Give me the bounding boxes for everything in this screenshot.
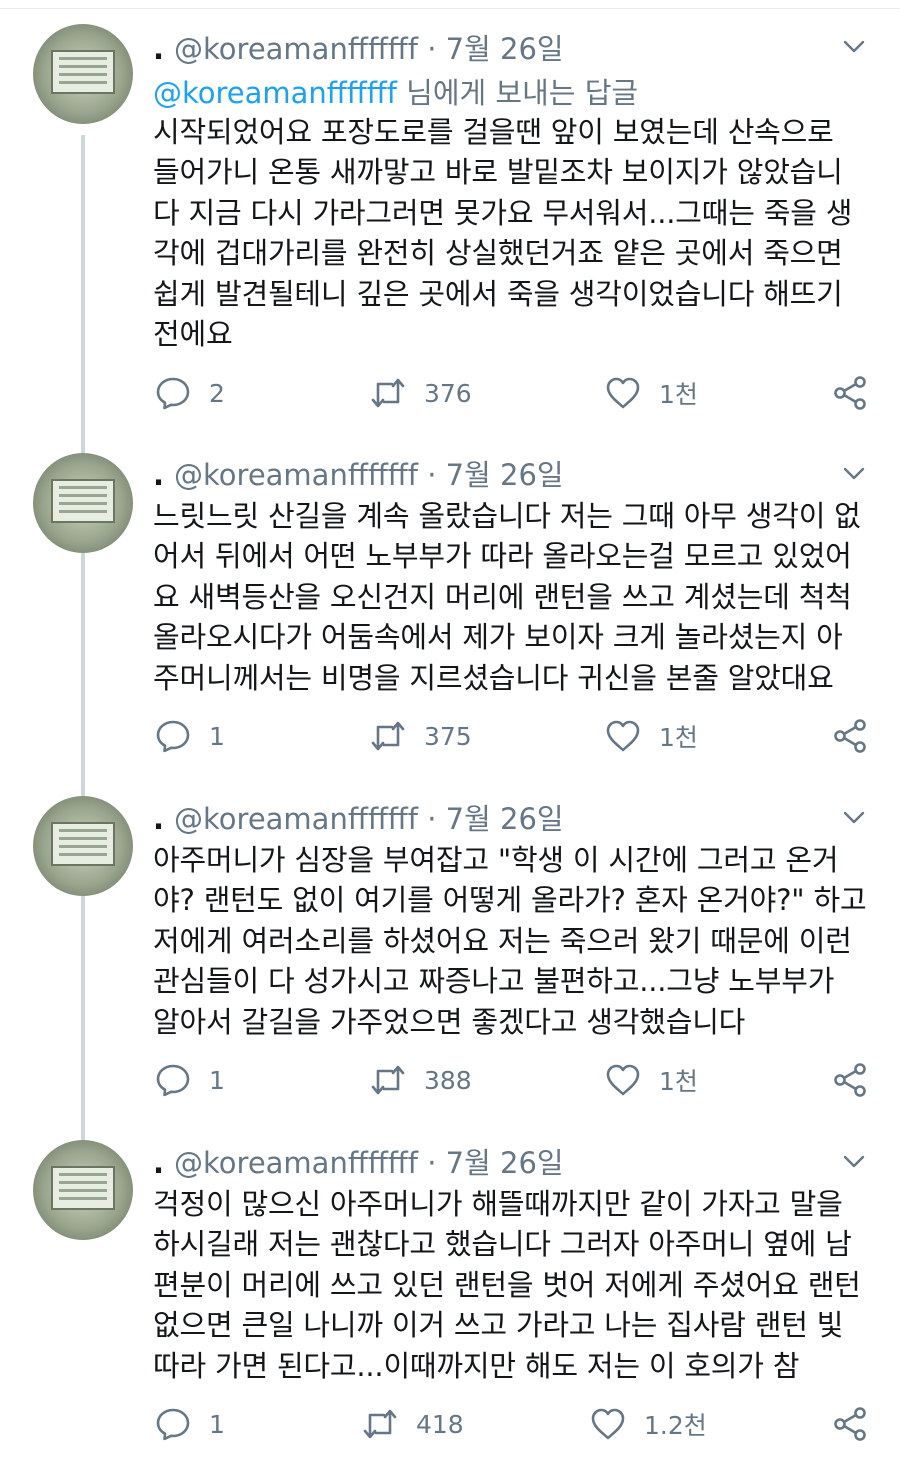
reply-to-line: @koreamanfffffff 님에게 보내는 답글	[153, 70, 638, 112]
separator: ·	[427, 1146, 437, 1180]
display-name-dot: .	[153, 458, 165, 492]
chevron-down-icon[interactable]	[842, 1149, 866, 1173]
tweet-header: . @koreamanfffffff · 7월 26일	[153, 796, 564, 836]
share-icon[interactable]	[832, 1406, 868, 1442]
date[interactable]: 7월 26일	[446, 32, 564, 66]
separator: ·	[427, 458, 437, 492]
thread-line	[81, 135, 85, 440]
tweet-text: 시작되었어요 포장도로를 걸을땐 앞이 보였는데 산속으로 들어가니 온통 새까…	[153, 115, 853, 352]
reply-button[interactable]: 1	[155, 1404, 225, 1444]
reply-button[interactable]: 2	[155, 373, 225, 413]
chevron-down-icon[interactable]	[842, 805, 866, 829]
reply-count: 1	[209, 1409, 225, 1439]
heart-icon	[606, 377, 640, 409]
retweet-icon	[371, 1065, 405, 1095]
reply-icon	[156, 1408, 190, 1441]
like-button[interactable]: 1.2천	[590, 1404, 707, 1444]
reply-button[interactable]: 1	[155, 716, 225, 756]
heart-icon	[591, 1408, 625, 1440]
retweet-icon	[371, 721, 405, 751]
retweet-button[interactable]: 375	[370, 716, 472, 756]
date[interactable]: 7월 26일	[446, 458, 564, 492]
heart-icon	[606, 720, 640, 752]
heart-icon	[606, 1064, 640, 1096]
retweet-icon	[363, 1409, 397, 1439]
retweet-count: 418	[416, 1409, 464, 1439]
chevron-down-icon[interactable]	[842, 461, 866, 485]
reply-count: 1	[209, 721, 225, 751]
chevron-down-icon[interactable]	[842, 34, 866, 58]
reply-icon	[156, 377, 190, 410]
thread-line	[81, 553, 85, 785]
retweet-count: 376	[424, 378, 472, 408]
retweet-count: 388	[424, 1065, 472, 1095]
handle[interactable]: @koreamanfffffff	[174, 802, 418, 836]
retweet-button[interactable]: 388	[370, 1060, 472, 1100]
display-name-dot: .	[153, 32, 165, 66]
like-count: 1천	[659, 1067, 698, 1096]
display-name-dot: .	[153, 1146, 165, 1180]
retweet-button[interactable]: 376	[370, 373, 472, 413]
avatar[interactable]	[33, 1140, 133, 1240]
tweet-1[interactable]: . @koreamanfffffff · 7월 26일 @koreamanffff…	[0, 0, 900, 440]
handle[interactable]: @koreamanfffffff	[174, 1146, 418, 1180]
tweet-header: . @koreamanfffffff · 7월 26일	[153, 1140, 564, 1180]
date[interactable]: 7월 26일	[446, 802, 564, 836]
tweet-text: 느릿느릿 산길을 계속 올랐습니다 저는 그때 아무 생각이 없 어서 뒤에서 …	[153, 499, 861, 695]
like-count: 1.2천	[644, 1411, 707, 1440]
tweet-text: 걱정이 많으신 아주머니가 해뜰때까지만 같이 가자고 말을 하시길래 저는 괜…	[153, 1187, 861, 1383]
like-count: 1천	[659, 380, 698, 409]
thread-line	[81, 1130, 85, 1140]
retweet-icon	[371, 378, 405, 408]
handle[interactable]: @koreamanfffffff	[174, 458, 418, 492]
tweet-text: 아주머니가 심장을 부여잡고 "학생 이 시간에 그러고 온거 야? 랜턴도 없…	[153, 843, 867, 1039]
share-icon[interactable]	[832, 718, 868, 754]
retweet-count: 375	[424, 721, 472, 751]
date[interactable]: 7월 26일	[446, 1146, 564, 1180]
like-button[interactable]: 1천	[605, 373, 698, 413]
handle[interactable]: @koreamanfffffff	[174, 32, 418, 66]
share-icon[interactable]	[832, 1062, 868, 1098]
thread-line	[81, 440, 85, 453]
reply-icon	[156, 1064, 190, 1097]
reply-suffix: 님에게 보내는 답글	[406, 76, 639, 110]
reply-icon	[156, 720, 190, 753]
separator: ·	[427, 32, 437, 66]
display-name-dot: .	[153, 802, 165, 836]
tweet-header: . @koreamanfffffff · 7월 26일	[153, 26, 564, 66]
avatar[interactable]	[33, 796, 133, 896]
thread-line	[81, 896, 85, 1130]
avatar[interactable]	[33, 24, 133, 124]
avatar[interactable]	[33, 453, 133, 553]
thread-line	[81, 785, 85, 796]
reply-count: 2	[209, 378, 225, 408]
retweet-button[interactable]: 418	[362, 1404, 464, 1444]
reply-mention[interactable]: @koreamanfffffff	[153, 76, 397, 110]
share-icon[interactable]	[832, 375, 868, 411]
reply-button[interactable]: 1	[155, 1060, 225, 1100]
like-count: 1천	[659, 723, 698, 752]
tweet-4[interactable]: . @koreamanfffffff · 7월 26일 걱정이 많으신 아주머니가…	[0, 1130, 900, 1470]
separator: ·	[427, 802, 437, 836]
reply-count: 1	[209, 1065, 225, 1095]
tweet-header: . @koreamanfffffff · 7월 26일	[153, 452, 564, 492]
tweet-2[interactable]: . @koreamanfffffff · 7월 26일 느릿느릿 산길을 계속 올…	[0, 440, 900, 785]
like-button[interactable]: 1천	[605, 716, 698, 756]
tweet-3[interactable]: . @koreamanfffffff · 7월 26일 아주머니가 심장을 부여잡…	[0, 785, 900, 1130]
like-button[interactable]: 1천	[605, 1060, 698, 1100]
